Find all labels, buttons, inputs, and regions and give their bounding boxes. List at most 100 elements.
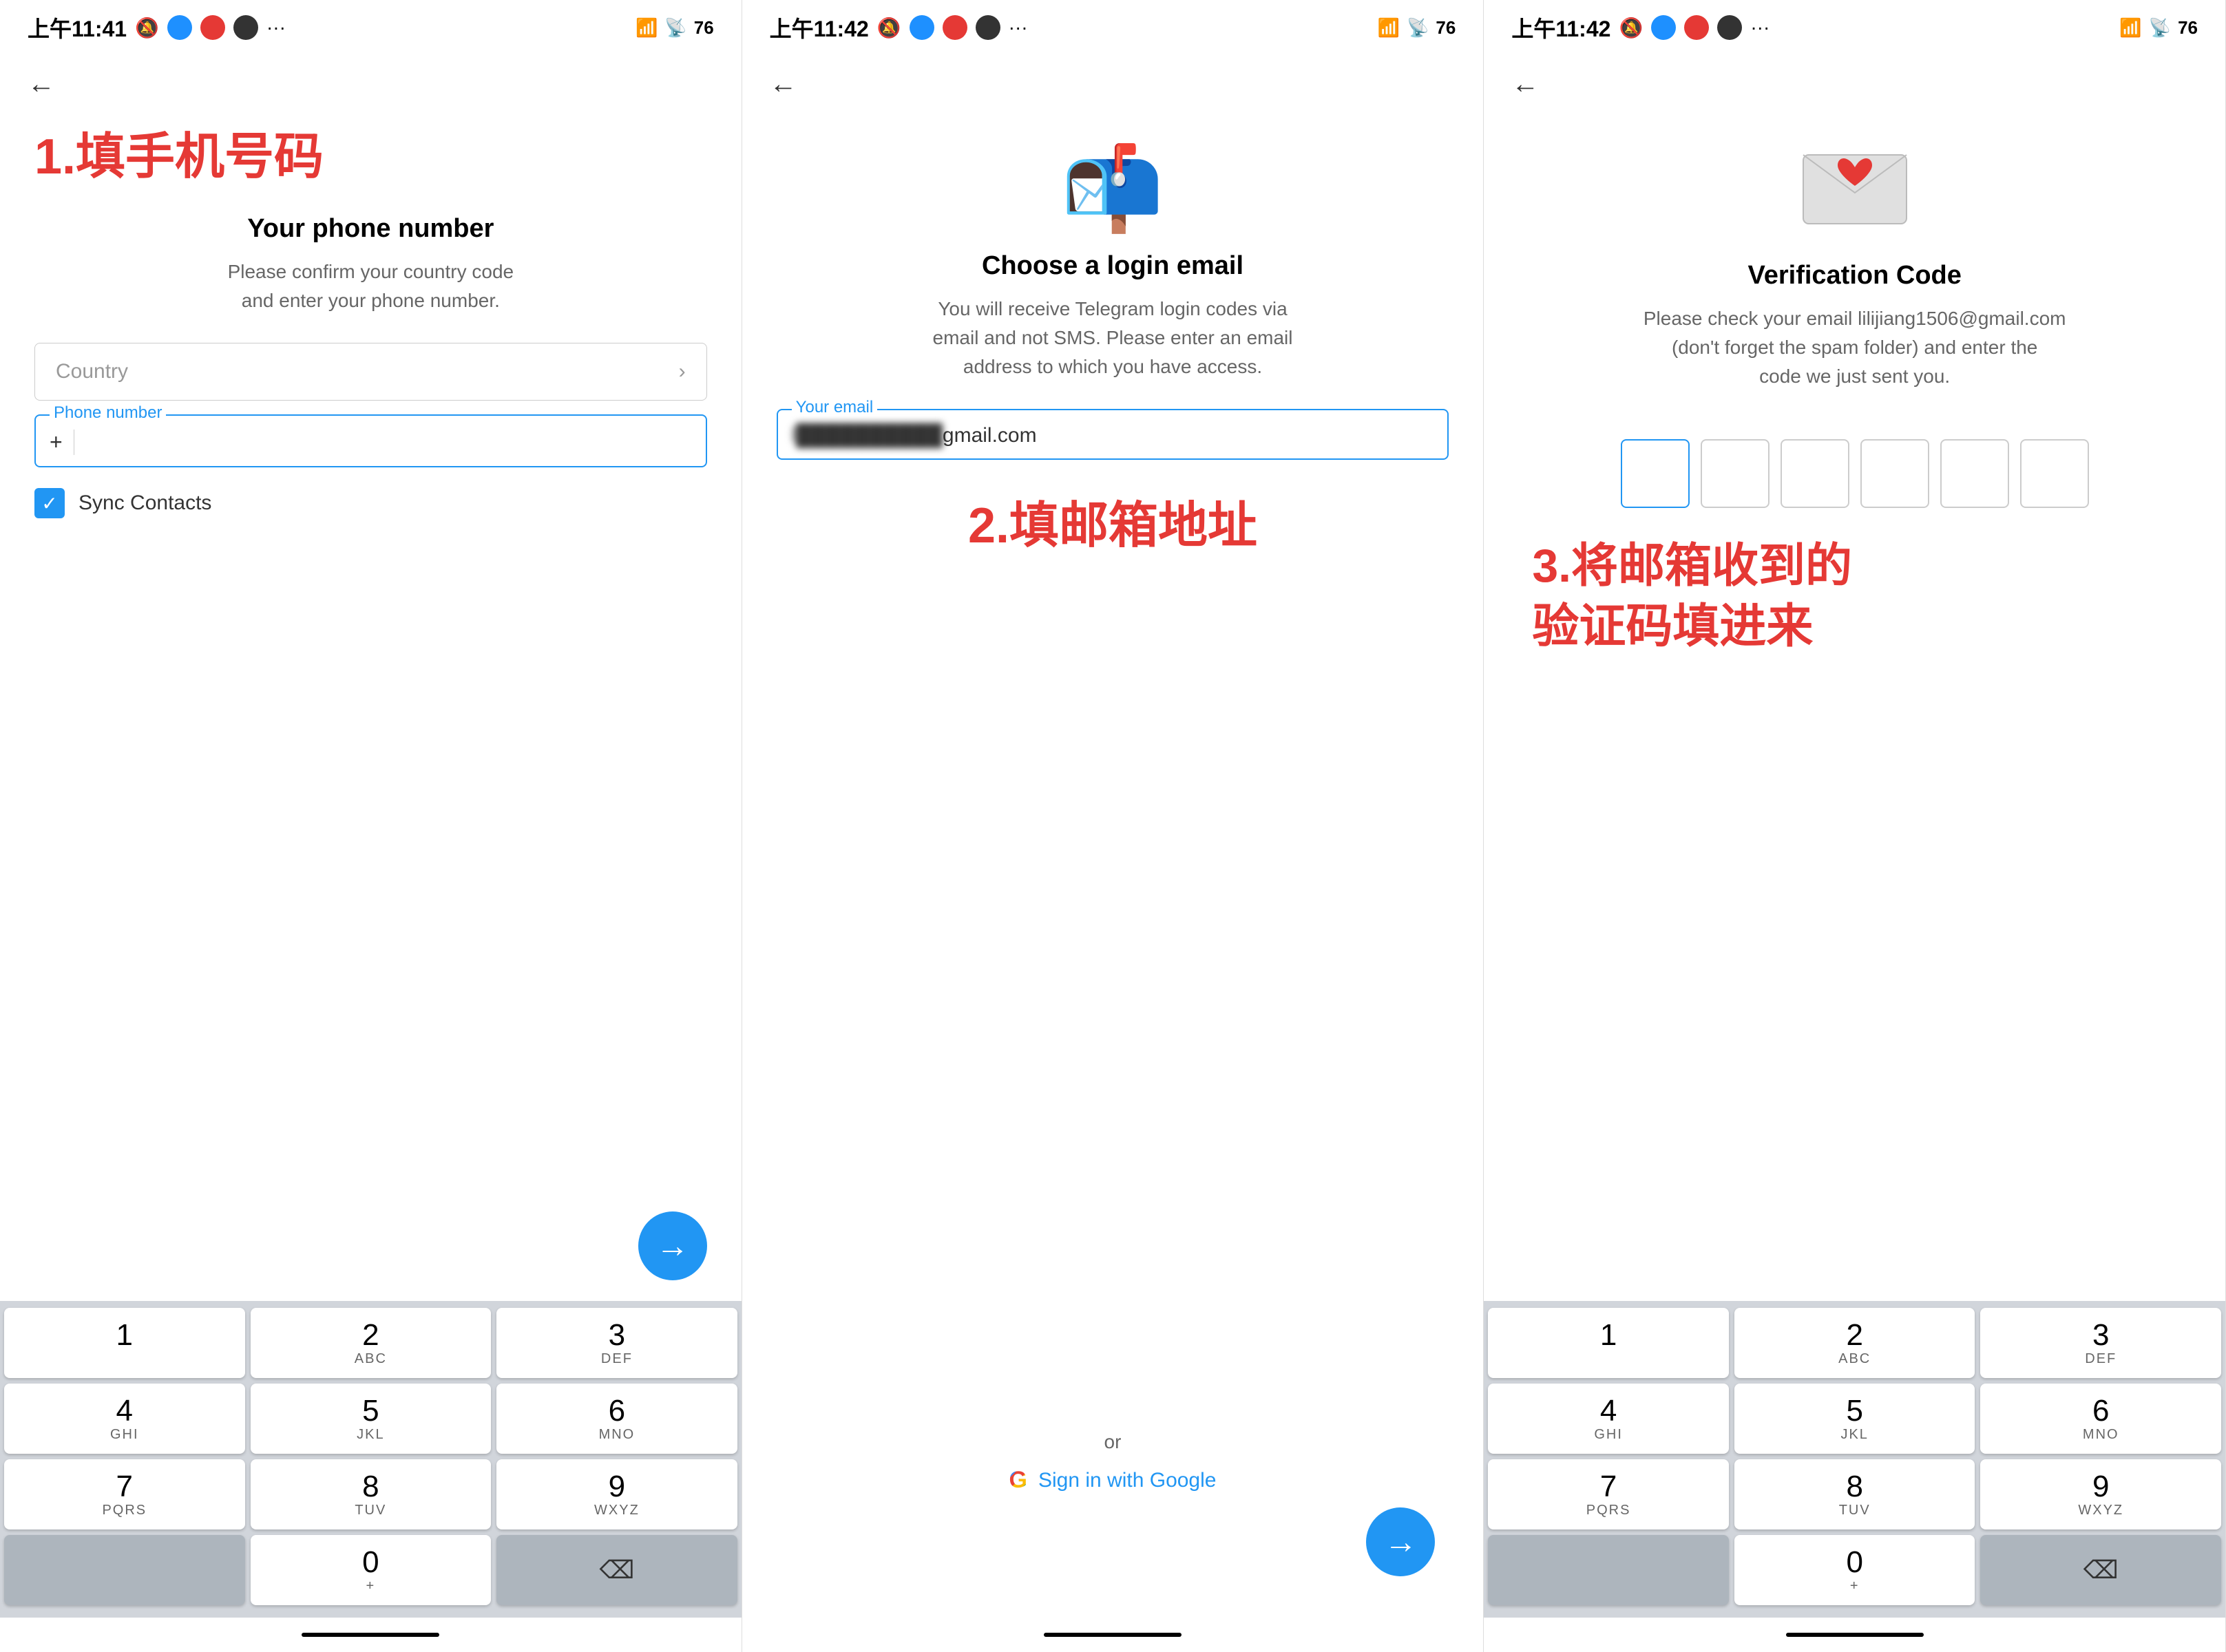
next-arrow-1: → <box>656 1227 689 1265</box>
wifi-icon-1: 📡 <box>664 17 686 39</box>
key-1[interactable]: 1 <box>4 1308 245 1378</box>
next-button-1[interactable]: → <box>638 1211 707 1280</box>
step-label-1: 1.填手机号码 <box>34 127 707 187</box>
key3-4[interactable]: 4 GHI <box>1488 1384 1729 1454</box>
email-value: l██████████gmail.com <box>792 424 1037 447</box>
panel-verification: 上午11:42 🔕 ··· 📶 📡 76 ← Verifi <box>1484 0 2226 1652</box>
signal-icon-2: 📶 <box>1378 17 1400 39</box>
key-8[interactable]: 8 TUV <box>251 1459 492 1529</box>
code-box-6[interactable] <box>2020 439 2089 508</box>
back-button-3[interactable]: ← <box>1484 55 2225 114</box>
back-button-2[interactable]: ← <box>742 55 1484 114</box>
wifi-icon-3: 📡 <box>2149 17 2171 39</box>
key-9[interactable]: 9 WXYZ <box>496 1459 737 1529</box>
sync-contacts-checkbox[interactable]: ✓ <box>34 488 65 518</box>
google-signin-button[interactable]: G Sign in with Google <box>1009 1467 1217 1494</box>
key-3[interactable]: 3 DEF <box>496 1308 737 1378</box>
key-6[interactable]: 6 MNO <box>496 1384 737 1454</box>
time-3: 上午11:42 <box>1511 12 1610 43</box>
email-field-label: Your email <box>792 398 878 417</box>
keyboard-3: 1 2 ABC 3 DEF 4 GHI 5 JKL 6 MN <box>1484 1301 2225 1618</box>
status-right-3: 📶 📡 76 <box>2119 17 2198 39</box>
status-right-1: 📶 📡 76 <box>636 17 714 39</box>
notif-red-2 <box>943 15 967 40</box>
country-placeholder: Country <box>56 360 128 383</box>
google-logo-icon: G <box>1009 1467 1027 1494</box>
notif-dark-2 <box>976 15 1000 40</box>
notif-red-1 <box>200 15 225 40</box>
envelope-heart-svg <box>1800 141 1910 231</box>
key3-6[interactable]: 6 MNO <box>1980 1384 2221 1454</box>
panel-email: 上午11:42 🔕 ··· 📶 📡 76 ← 📬 Choose a login … <box>742 0 1484 1652</box>
home-indicator-2 <box>742 1618 1484 1652</box>
notif-red-3 <box>1684 15 1709 40</box>
sync-contacts-label: Sync Contacts <box>78 491 211 515</box>
heart-letter-icon <box>1800 141 1910 247</box>
key3-backspace[interactable]: ⌫ <box>1980 1535 2221 1605</box>
time-2: 上午11:42 <box>770 12 869 43</box>
signal-icon-3: 📶 <box>2119 17 2141 39</box>
panel1-subtitle: Please confirm your country codeand ente… <box>34 257 707 315</box>
step-label-2: 2.填邮箱地址 <box>968 494 1257 559</box>
key-backspace-1[interactable]: ⌫ <box>496 1535 737 1605</box>
status-right-2: 📶 📡 76 <box>1378 17 1456 39</box>
status-bar-3: 上午11:42 🔕 ··· 📶 📡 76 <box>1484 0 2225 55</box>
code-box-2[interactable] <box>1701 439 1770 508</box>
key-special-1 <box>4 1535 245 1605</box>
google-signin-label: Sign in with Google <box>1038 1469 1217 1492</box>
key3-2[interactable]: 2 ABC <box>1734 1308 1975 1378</box>
backspace-icon-3: ⌫ <box>2083 1556 2119 1585</box>
key3-0[interactable]: 0 + <box>1734 1535 1975 1605</box>
chevron-right-icon: › <box>679 360 686 383</box>
code-box-3[interactable] <box>1781 439 1849 508</box>
key3-9[interactable]: 9 WXYZ <box>1980 1459 2221 1529</box>
notif-blue-3 <box>1651 15 1676 40</box>
key-7[interactable]: 7 PQRS <box>4 1459 245 1529</box>
panel3-subtitle: Please check your email lilijiang1506@gm… <box>1644 304 2066 391</box>
phone-input[interactable] <box>83 430 692 455</box>
key-2[interactable]: 2 ABC <box>251 1308 492 1378</box>
phone-plus: + <box>50 430 74 455</box>
step-label-3: 3.将邮箱收到的验证码填进来 <box>1518 536 2191 657</box>
key3-7[interactable]: 7 PQRS <box>1488 1459 1729 1529</box>
time-1: 上午11:41 <box>28 12 127 43</box>
home-bar-2 <box>1044 1633 1182 1637</box>
battery-label-1: 76 <box>694 17 714 39</box>
battery-label-2: 76 <box>1436 17 1456 39</box>
verification-code-input[interactable] <box>1621 439 2089 508</box>
home-indicator-1 <box>0 1618 742 1652</box>
alarm-icon-2: 🔕 <box>877 17 901 39</box>
notif-dark-3 <box>1717 15 1742 40</box>
key3-5[interactable]: 5 JKL <box>1734 1384 1975 1454</box>
sync-contacts-row[interactable]: ✓ Sync Contacts <box>34 488 707 518</box>
keyboard-1: 1 2 ABC 3 DEF 4 GHI 5 JKL 6 MN <box>0 1301 742 1618</box>
key3-8[interactable]: 8 TUV <box>1734 1459 1975 1529</box>
code-box-5[interactable] <box>1940 439 2009 508</box>
key-0[interactable]: 0 + <box>251 1535 492 1605</box>
back-button-1[interactable]: ← <box>0 55 742 114</box>
notif-blue-1 <box>167 15 192 40</box>
status-bar-1: 上午11:41 🔕 ··· 📶 📡 76 <box>0 0 742 55</box>
key-5[interactable]: 5 JKL <box>251 1384 492 1454</box>
notif-dark-1 <box>233 15 258 40</box>
next-button-2[interactable]: → <box>1366 1507 1435 1576</box>
key-4[interactable]: 4 GHI <box>4 1384 245 1454</box>
email-field[interactable]: Your email l██████████gmail.com <box>777 409 1449 460</box>
key3-3[interactable]: 3 DEF <box>1980 1308 2221 1378</box>
phone-number-field[interactable]: Phone number + <box>34 414 707 467</box>
phone-field-label: Phone number <box>50 403 166 423</box>
key3-1[interactable]: 1 <box>1488 1308 1729 1378</box>
mailbox-icon: 📬 <box>1061 141 1164 237</box>
home-indicator-3 <box>1484 1618 2225 1652</box>
or-divider: or <box>1104 1431 1122 1453</box>
code-box-4[interactable] <box>1860 439 1929 508</box>
home-bar-3 <box>1786 1633 1924 1637</box>
wifi-icon-2: 📡 <box>1407 17 1429 39</box>
signal-icon-1: 📶 <box>636 17 658 39</box>
alarm-icon: 🔕 <box>135 17 159 39</box>
key3-special <box>1488 1535 1729 1605</box>
home-bar-1 <box>302 1633 439 1637</box>
country-selector[interactable]: Country › <box>34 343 707 401</box>
code-box-1[interactable] <box>1621 439 1690 508</box>
alarm-icon-3: 🔕 <box>1619 17 1643 39</box>
